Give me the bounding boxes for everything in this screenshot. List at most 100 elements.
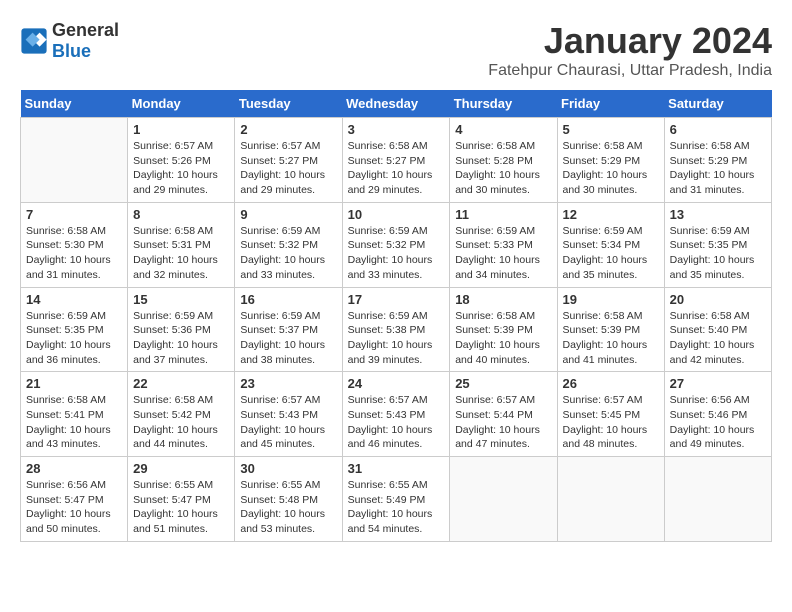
cell-info: Sunrise: 6:59 AMSunset: 5:32 PMDaylight:… <box>348 224 445 283</box>
cell-info: Sunrise: 6:58 AMSunset: 5:29 PMDaylight:… <box>670 139 766 198</box>
calendar-cell: 22 Sunrise: 6:58 AMSunset: 5:42 PMDaylig… <box>128 372 235 457</box>
calendar-cell: 9 Sunrise: 6:59 AMSunset: 5:32 PMDayligh… <box>235 202 342 287</box>
cell-info: Sunrise: 6:59 AMSunset: 5:35 PMDaylight:… <box>670 224 766 283</box>
day-number: 7 <box>26 207 122 222</box>
day-number: 23 <box>240 376 336 391</box>
calendar-cell: 16 Sunrise: 6:59 AMSunset: 5:37 PMDaylig… <box>235 287 342 372</box>
calendar-cell: 14 Sunrise: 6:59 AMSunset: 5:35 PMDaylig… <box>21 287 128 372</box>
cell-info: Sunrise: 6:55 AMSunset: 5:47 PMDaylight:… <box>133 478 229 537</box>
calendar-cell: 12 Sunrise: 6:59 AMSunset: 5:34 PMDaylig… <box>557 202 664 287</box>
cell-info: Sunrise: 6:59 AMSunset: 5:35 PMDaylight:… <box>26 309 122 368</box>
page-header: General Blue January 2024 Fatehpur Chaur… <box>20 20 772 80</box>
calendar-cell: 8 Sunrise: 6:58 AMSunset: 5:31 PMDayligh… <box>128 202 235 287</box>
day-number: 18 <box>455 292 551 307</box>
calendar-cell: 25 Sunrise: 6:57 AMSunset: 5:44 PMDaylig… <box>450 372 557 457</box>
cell-info: Sunrise: 6:57 AMSunset: 5:44 PMDaylight:… <box>455 393 551 452</box>
calendar-cell: 28 Sunrise: 6:56 AMSunset: 5:47 PMDaylig… <box>21 457 128 542</box>
cell-info: Sunrise: 6:58 AMSunset: 5:41 PMDaylight:… <box>26 393 122 452</box>
day-number: 20 <box>670 292 766 307</box>
day-number: 8 <box>133 207 229 222</box>
cell-info: Sunrise: 6:59 AMSunset: 5:34 PMDaylight:… <box>563 224 659 283</box>
title-area: January 2024 Fatehpur Chaurasi, Uttar Pr… <box>488 20 772 80</box>
day-number: 5 <box>563 122 659 137</box>
calendar-cell: 7 Sunrise: 6:58 AMSunset: 5:30 PMDayligh… <box>21 202 128 287</box>
cell-info: Sunrise: 6:58 AMSunset: 5:30 PMDaylight:… <box>26 224 122 283</box>
calendar-cell: 4 Sunrise: 6:58 AMSunset: 5:28 PMDayligh… <box>450 118 557 203</box>
weekday-header-friday: Friday <box>557 90 664 118</box>
calendar-cell: 24 Sunrise: 6:57 AMSunset: 5:43 PMDaylig… <box>342 372 450 457</box>
calendar-cell: 3 Sunrise: 6:58 AMSunset: 5:27 PMDayligh… <box>342 118 450 203</box>
cell-info: Sunrise: 6:58 AMSunset: 5:39 PMDaylight:… <box>563 309 659 368</box>
logo-text-general: General <box>52 20 119 40</box>
cell-info: Sunrise: 6:57 AMSunset: 5:26 PMDaylight:… <box>133 139 229 198</box>
cell-info: Sunrise: 6:55 AMSunset: 5:49 PMDaylight:… <box>348 478 445 537</box>
logo: General Blue <box>20 20 119 62</box>
calendar-cell: 26 Sunrise: 6:57 AMSunset: 5:45 PMDaylig… <box>557 372 664 457</box>
calendar-cell: 11 Sunrise: 6:59 AMSunset: 5:33 PMDaylig… <box>450 202 557 287</box>
day-number: 21 <box>26 376 122 391</box>
location-title: Fatehpur Chaurasi, Uttar Pradesh, India <box>488 62 772 80</box>
calendar-cell: 17 Sunrise: 6:59 AMSunset: 5:38 PMDaylig… <box>342 287 450 372</box>
cell-info: Sunrise: 6:59 AMSunset: 5:33 PMDaylight:… <box>455 224 551 283</box>
day-number: 31 <box>348 461 445 476</box>
day-number: 14 <box>26 292 122 307</box>
calendar-cell: 31 Sunrise: 6:55 AMSunset: 5:49 PMDaylig… <box>342 457 450 542</box>
weekday-header-row: SundayMondayTuesdayWednesdayThursdayFrid… <box>21 90 772 118</box>
calendar-cell: 10 Sunrise: 6:59 AMSunset: 5:32 PMDaylig… <box>342 202 450 287</box>
cell-info: Sunrise: 6:55 AMSunset: 5:48 PMDaylight:… <box>240 478 336 537</box>
calendar-cell: 29 Sunrise: 6:55 AMSunset: 5:47 PMDaylig… <box>128 457 235 542</box>
day-number: 2 <box>240 122 336 137</box>
day-number: 6 <box>670 122 766 137</box>
calendar-cell: 18 Sunrise: 6:58 AMSunset: 5:39 PMDaylig… <box>450 287 557 372</box>
cell-info: Sunrise: 6:58 AMSunset: 5:40 PMDaylight:… <box>670 309 766 368</box>
calendar-cell: 23 Sunrise: 6:57 AMSunset: 5:43 PMDaylig… <box>235 372 342 457</box>
logo-text-blue: Blue <box>52 41 91 61</box>
calendar-cell: 2 Sunrise: 6:57 AMSunset: 5:27 PMDayligh… <box>235 118 342 203</box>
calendar-cell <box>557 457 664 542</box>
calendar-cell: 6 Sunrise: 6:58 AMSunset: 5:29 PMDayligh… <box>664 118 771 203</box>
cell-info: Sunrise: 6:58 AMSunset: 5:31 PMDaylight:… <box>133 224 229 283</box>
month-title: January 2024 <box>488 20 772 62</box>
weekday-header-sunday: Sunday <box>21 90 128 118</box>
cell-info: Sunrise: 6:58 AMSunset: 5:42 PMDaylight:… <box>133 393 229 452</box>
day-number: 29 <box>133 461 229 476</box>
weekday-header-tuesday: Tuesday <box>235 90 342 118</box>
calendar-week-row: 1 Sunrise: 6:57 AMSunset: 5:26 PMDayligh… <box>21 118 772 203</box>
calendar-cell: 5 Sunrise: 6:58 AMSunset: 5:29 PMDayligh… <box>557 118 664 203</box>
calendar-cell: 20 Sunrise: 6:58 AMSunset: 5:40 PMDaylig… <box>664 287 771 372</box>
day-number: 16 <box>240 292 336 307</box>
day-number: 25 <box>455 376 551 391</box>
cell-info: Sunrise: 6:58 AMSunset: 5:28 PMDaylight:… <box>455 139 551 198</box>
calendar-week-row: 7 Sunrise: 6:58 AMSunset: 5:30 PMDayligh… <box>21 202 772 287</box>
weekday-header-saturday: Saturday <box>664 90 771 118</box>
logo-icon <box>20 27 48 55</box>
calendar-cell: 21 Sunrise: 6:58 AMSunset: 5:41 PMDaylig… <box>21 372 128 457</box>
cell-info: Sunrise: 6:59 AMSunset: 5:36 PMDaylight:… <box>133 309 229 368</box>
day-number: 26 <box>563 376 659 391</box>
day-number: 30 <box>240 461 336 476</box>
calendar-cell: 1 Sunrise: 6:57 AMSunset: 5:26 PMDayligh… <box>128 118 235 203</box>
cell-info: Sunrise: 6:56 AMSunset: 5:46 PMDaylight:… <box>670 393 766 452</box>
cell-info: Sunrise: 6:58 AMSunset: 5:39 PMDaylight:… <box>455 309 551 368</box>
day-number: 3 <box>348 122 445 137</box>
calendar-cell <box>21 118 128 203</box>
calendar-week-row: 21 Sunrise: 6:58 AMSunset: 5:41 PMDaylig… <box>21 372 772 457</box>
calendar-week-row: 14 Sunrise: 6:59 AMSunset: 5:35 PMDaylig… <box>21 287 772 372</box>
cell-info: Sunrise: 6:58 AMSunset: 5:29 PMDaylight:… <box>563 139 659 198</box>
weekday-header-monday: Monday <box>128 90 235 118</box>
weekday-header-wednesday: Wednesday <box>342 90 450 118</box>
calendar-cell: 15 Sunrise: 6:59 AMSunset: 5:36 PMDaylig… <box>128 287 235 372</box>
day-number: 4 <box>455 122 551 137</box>
cell-info: Sunrise: 6:57 AMSunset: 5:45 PMDaylight:… <box>563 393 659 452</box>
day-number: 1 <box>133 122 229 137</box>
calendar-cell <box>450 457 557 542</box>
day-number: 10 <box>348 207 445 222</box>
calendar-week-row: 28 Sunrise: 6:56 AMSunset: 5:47 PMDaylig… <box>21 457 772 542</box>
day-number: 22 <box>133 376 229 391</box>
cell-info: Sunrise: 6:59 AMSunset: 5:32 PMDaylight:… <box>240 224 336 283</box>
weekday-header-thursday: Thursday <box>450 90 557 118</box>
cell-info: Sunrise: 6:59 AMSunset: 5:37 PMDaylight:… <box>240 309 336 368</box>
cell-info: Sunrise: 6:59 AMSunset: 5:38 PMDaylight:… <box>348 309 445 368</box>
calendar-cell: 30 Sunrise: 6:55 AMSunset: 5:48 PMDaylig… <box>235 457 342 542</box>
day-number: 28 <box>26 461 122 476</box>
